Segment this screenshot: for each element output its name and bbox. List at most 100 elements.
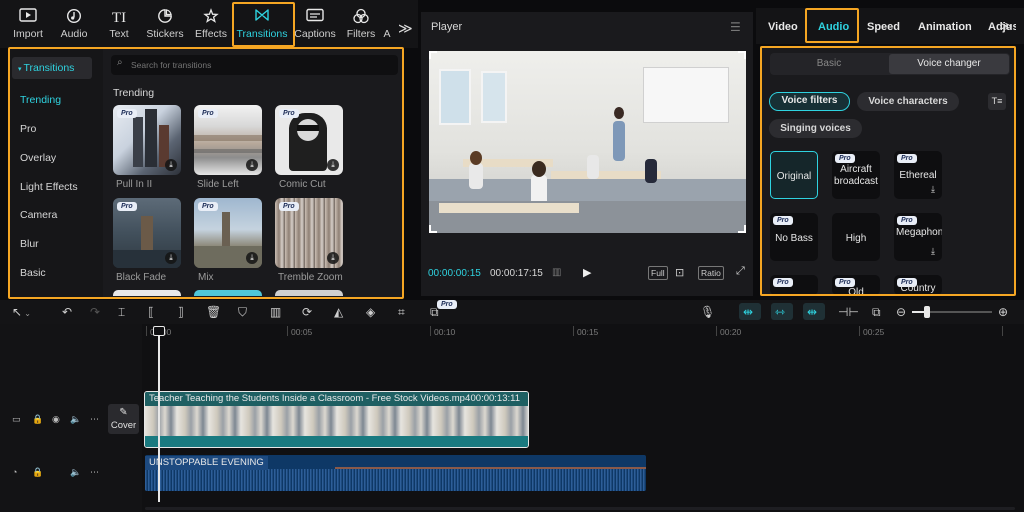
category-blur[interactable]: Blur [20,238,39,250]
category-basic[interactable]: Basic [20,267,46,279]
reverse-icon[interactable]: ⟳ [302,304,312,320]
tab-audio-inspector[interactable]: Audio [818,21,849,33]
voice-megaphone[interactable]: Pro Megaphone ⤓ [894,213,942,261]
segment-voice-changer[interactable]: Voice changer [889,54,1009,74]
download-icon[interactable]: ⤓ [327,159,339,171]
download-icon[interactable]: ⤓ [931,184,935,195]
download-icon[interactable]: ⤓ [165,159,177,171]
split-icon[interactable]: ⌶ [118,304,125,320]
voice-label: No Bass [775,233,813,244]
text-icon: TI [111,10,127,26]
tab-effects[interactable]: Effects [188,8,234,46]
download-icon[interactable]: ⤓ [246,159,258,171]
screen-icon[interactable]: ⧉ [872,304,881,320]
category-pro[interactable]: Pro [20,123,36,135]
more-icon[interactable]: ⋯ [90,467,99,478]
tab-speed[interactable]: Speed [867,21,900,33]
microphone-icon[interactable]: 🎙 [700,304,715,320]
transitions-search[interactable]: ⌕ [111,55,398,75]
tab-filters[interactable]: Filters [338,8,384,46]
voice-no-bass[interactable]: Pro No Bass [770,213,818,261]
transition-card-comic-cut[interactable]: Pro ⤓ [275,105,343,175]
rotate-icon[interactable]: ◈ [366,304,375,320]
download-icon[interactable]: ⤓ [246,252,258,264]
voice-label: Country [900,283,936,294]
tab-captions[interactable]: Captions [292,8,338,46]
filter-list-icon[interactable]: T≡ [988,93,1006,110]
marker-icon[interactable]: ⛉ [238,304,247,320]
delete-icon[interactable]: 🗑 [206,304,221,320]
tab-video[interactable]: Video [768,21,798,33]
voice-high[interactable]: High [832,213,880,261]
tab-animation[interactable]: Animation [918,21,972,33]
zoom-out-icon[interactable]: ⊖ [896,304,906,320]
category-camera[interactable]: Camera [20,209,57,221]
split-left-icon[interactable]: ⟦ [148,304,154,320]
video-clip[interactable]: Teacher Teaching the Students Inside a C… [144,391,529,448]
tab-audio[interactable]: Audio [51,8,97,46]
voice-aircraft-broadcast[interactable]: Pro Aircraft broadcast [832,151,880,199]
download-icon[interactable]: ⤓ [327,252,339,264]
transitions-category-header[interactable]: ▾ Transitions [12,57,92,79]
voice-tile-partial[interactable]: Pro [770,275,818,295]
cover-button[interactable]: ✎ Cover [108,404,139,434]
playhead-handle[interactable] [153,326,165,336]
segment-basic[interactable]: Basic [770,53,888,75]
play-icon[interactable]: ▶ [583,266,591,279]
zoom-in-icon[interactable]: ⊕ [998,304,1008,320]
transitions-icon [254,8,270,28]
fit-icon[interactable]: ⊡ [675,266,684,279]
tab-transitions[interactable]: Transitions [237,8,287,46]
lock-icon[interactable]: 🔒 [32,467,43,478]
voice-original[interactable]: Original [770,151,818,199]
full-button[interactable]: Full [648,266,668,280]
menu-icon[interactable]: ☰ [730,20,741,34]
split-right-icon[interactable]: ⟧ [178,304,184,320]
transition-card-tremble-zoom[interactable]: Pro ⤓ [275,198,343,268]
freeze-icon[interactable]: ▥ [270,304,281,320]
frame-grid-icon[interactable]: ▥ [552,267,561,278]
category-light-effects[interactable]: Light Effects [20,181,78,193]
more-tabs-icon[interactable]: ≫ [398,20,413,37]
transition-card-slide-left[interactable]: Pro ⤓ [194,105,262,175]
tab-text[interactable]: TI Text [96,8,142,46]
crop-icon[interactable]: ⌗ [398,304,405,320]
preview-axis-icon[interactable]: ⊣⊢ [838,304,859,320]
chip-voice-filters[interactable]: Voice filters [769,92,850,111]
voice-country[interactable]: Pro Country [894,275,942,295]
tab-adjustment[interactable]: A [380,8,394,46]
more-inspector-tabs-icon[interactable]: ≫ [1000,19,1013,33]
audio-clip[interactable]: UNSTOPPABLE EVENING [145,455,646,491]
select-tool-icon[interactable]: ↖ ⌄ [12,304,31,322]
more-icon[interactable]: ⋯ [90,414,99,425]
download-icon[interactable]: ⤓ [931,246,935,257]
transition-card-black-fade[interactable]: Pro ⤓ [113,198,181,268]
chip-singing-voices[interactable]: Singing voices [769,119,862,138]
search-input[interactable] [131,58,391,72]
speaker-icon[interactable]: 🔈 [70,414,81,425]
voice-old[interactable]: Pro Old [832,275,880,295]
tab-import[interactable]: Import [5,8,51,46]
download-icon[interactable]: ⤓ [165,252,177,264]
speaker-icon[interactable]: 🔈 [70,467,81,478]
video-thumbnails [145,406,528,436]
category-overlay[interactable]: Overlay [20,152,56,164]
eye-icon[interactable]: ◉ [52,414,60,425]
transition-card-pull-in-ii[interactable]: Pro ⤓ [113,105,181,175]
ratio-button[interactable]: Ratio [698,266,724,280]
video-preview[interactable] [429,51,746,233]
lock-icon[interactable]: 🔒 [32,414,43,425]
chip-voice-characters[interactable]: Voice characters [857,92,959,111]
duration-timecode: 00:00:17:15 [490,268,543,279]
timeline-scrollbar[interactable] [145,507,1015,510]
tab-stickers[interactable]: Stickers [142,8,188,46]
redo-icon[interactable]: ↷ [90,304,100,320]
zoom-slider-handle[interactable] [924,306,930,318]
undo-icon[interactable]: ↶ [62,304,72,320]
voice-ethereal[interactable]: Pro Ethereal ⤓ [894,151,942,199]
category-trending[interactable]: Trending [20,94,61,106]
fullscreen-icon[interactable]: ⤢ [736,265,745,278]
mirror-icon[interactable]: ◭ [334,304,343,320]
transition-card-mix[interactable]: Pro ⤓ [194,198,262,268]
playhead[interactable] [158,326,160,502]
